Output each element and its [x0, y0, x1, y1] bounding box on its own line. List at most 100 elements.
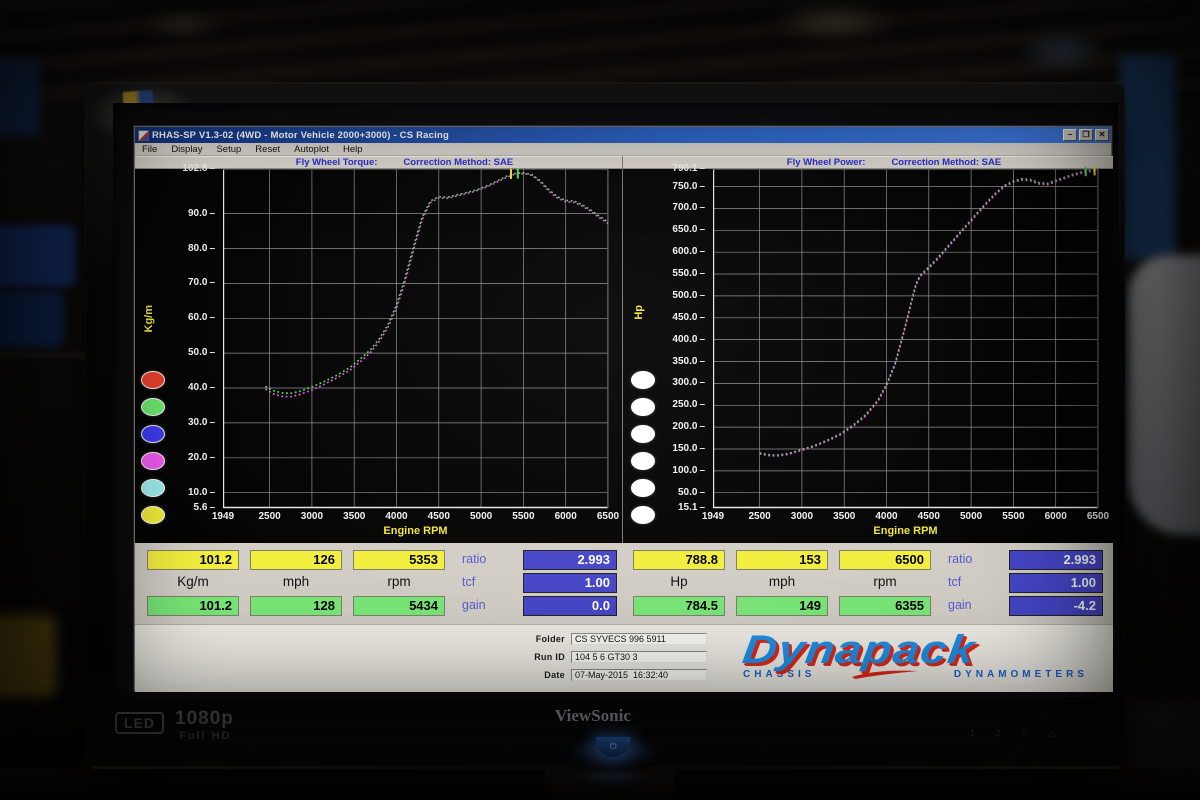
folder-field-row: Folder	[503, 633, 733, 648]
runid-label: Run ID	[503, 652, 565, 662]
y-tick-label: 60.0	[163, 312, 215, 324]
monitor-control-buttons: 1 2 ▽ △	[970, 728, 1064, 739]
power-cursor2-value: 784.5	[633, 596, 725, 616]
legend-dot-3[interactable]	[631, 452, 655, 470]
x-tick-label: 3500	[822, 511, 866, 522]
legend-dot-1[interactable]	[631, 398, 655, 416]
dynapack-wordmark: Dynapack	[740, 629, 978, 671]
shelf-box	[0, 58, 40, 136]
tcf-label: tcf	[456, 573, 512, 593]
power-plot	[713, 169, 1098, 508]
power-y-axis-title: Hp	[633, 305, 645, 320]
x-tick-label: 5000	[459, 511, 503, 522]
menu-item-display[interactable]: Display	[164, 143, 209, 155]
x-tick-label: 4000	[865, 511, 909, 522]
menu-item-setup[interactable]: Setup	[209, 143, 248, 155]
viewsonic-logo: ViewSonic	[555, 706, 631, 726]
legend-dot-0[interactable]	[631, 371, 655, 389]
torque-cursor1-speed: 126	[250, 550, 342, 570]
torque-readout-table: 101.2 126 5353 ratio 2.993 Kg/m mph rpm …	[141, 546, 619, 621]
torque-cursor1-rpm: 5353	[353, 550, 445, 570]
torque-unit-label: Kg/m	[147, 573, 239, 593]
y-tick-label: 50.0	[653, 487, 705, 499]
gain-label: gain	[456, 596, 512, 616]
close-button[interactable]: ✕	[1095, 129, 1109, 141]
menu-item-reset[interactable]: Reset	[248, 143, 287, 155]
charts-area: Fly Wheel Torque: Correction Method: SAE…	[135, 156, 1113, 543]
x-tick-label: 5500	[991, 511, 1035, 522]
y-tick-label: 600.0	[653, 246, 705, 258]
blue-column	[1120, 55, 1176, 260]
screen: RHAS-SP V1.3-02 (4WD - Motor Vehicle 200…	[113, 103, 1118, 703]
runid-input[interactable]	[571, 651, 707, 663]
torque-y-axis-title: Kg/m	[143, 305, 155, 333]
torque-chart-panel: Fly Wheel Torque: Correction Method: SAE…	[135, 156, 622, 543]
plot-border	[713, 169, 1098, 508]
grid-lines	[713, 169, 1098, 508]
menu-item-help[interactable]: Help	[336, 143, 370, 155]
ratio-value: 2.993	[523, 550, 617, 570]
workshop-item	[0, 615, 56, 697]
window-titlebar: RHAS-SP V1.3-02 (4WD - Motor Vehicle 200…	[135, 127, 1111, 143]
y-tick-label: 80.0	[163, 243, 215, 255]
speed-unit-label: mph	[736, 573, 828, 593]
legend-dot-2[interactable]	[631, 425, 655, 443]
legend-dot-4[interactable]	[631, 479, 655, 497]
y-tick-label: 250.0	[653, 399, 705, 411]
ratio-label: ratio	[942, 550, 998, 570]
y-tick-label: 20.0	[163, 452, 215, 464]
x-tick-label: 3500	[332, 511, 376, 522]
power-cursor2-rpm: 6355	[839, 596, 931, 616]
torque-run-green-curve	[265, 173, 608, 393]
x-tick-label: 6000	[1034, 511, 1078, 522]
torque-run-magenta-curve	[265, 174, 608, 397]
power-cursor2-speed: 149	[736, 596, 828, 616]
led-badge: LED	[115, 712, 164, 734]
menu-item-file[interactable]: File	[135, 143, 164, 155]
legend-dot-5[interactable]	[141, 506, 165, 524]
legend-dot-5[interactable]	[631, 506, 655, 524]
stand-reflection	[575, 769, 651, 785]
y-tick-label: 500.0	[653, 290, 705, 302]
legend-dot-1[interactable]	[141, 398, 165, 416]
legend-dot-0[interactable]	[141, 371, 165, 389]
runid-field-row: Run ID	[503, 651, 733, 666]
y-tick-label: 550.0	[653, 268, 705, 280]
tcf-value: 1.00	[1009, 573, 1103, 593]
folder-input[interactable]	[571, 633, 707, 645]
torque-cursor2-value: 101.2	[147, 596, 239, 616]
y-tick-label: 700.0	[653, 202, 705, 214]
x-tick-label: 6000	[544, 511, 588, 522]
y-tick-label: 300.0	[653, 377, 705, 389]
y-tick-label: 90.0	[163, 208, 215, 220]
y-tick-label: 150.0	[653, 443, 705, 455]
x-tick-label: 5000	[949, 511, 993, 522]
date-input[interactable]	[571, 669, 707, 681]
gain-value: 0.0	[523, 596, 617, 616]
legend-dot-2[interactable]	[141, 425, 165, 443]
x-tick-label: 4500	[907, 511, 951, 522]
power-cursor1-speed: 153	[736, 550, 828, 570]
torque-cursor1-value: 101.2	[147, 550, 239, 570]
y-tick-label: 450.0	[653, 312, 705, 324]
legend-dot-4[interactable]	[141, 479, 165, 497]
shelf-edge	[0, 352, 95, 358]
x-tick-label: 6500	[1076, 511, 1118, 522]
blue-bin	[0, 292, 64, 347]
x-tick-label: 2500	[248, 511, 292, 522]
rpm-unit-label: rpm	[353, 573, 445, 593]
x-tick-label: 1949	[201, 511, 245, 522]
maximize-button[interactable]: ❒	[1079, 129, 1093, 141]
menu-item-autoplot[interactable]: Autoplot	[287, 143, 336, 155]
ceiling-light	[1015, 28, 1110, 73]
y-tick-label: 30.0	[163, 417, 215, 429]
monitor-bezel: RHAS-SP V1.3-02 (4WD - Motor Vehicle 200…	[85, 82, 1125, 770]
torque-cursor2-rpm: 5434	[353, 596, 445, 616]
x-tick-label: 4500	[417, 511, 461, 522]
plot-border	[223, 169, 608, 508]
y-tick-label: 350.0	[653, 356, 705, 368]
minimize-button[interactable]: –	[1063, 129, 1077, 141]
white-car	[1128, 255, 1200, 535]
legend-dot-3[interactable]	[141, 452, 165, 470]
y-tick-label: 50.0	[163, 347, 215, 359]
